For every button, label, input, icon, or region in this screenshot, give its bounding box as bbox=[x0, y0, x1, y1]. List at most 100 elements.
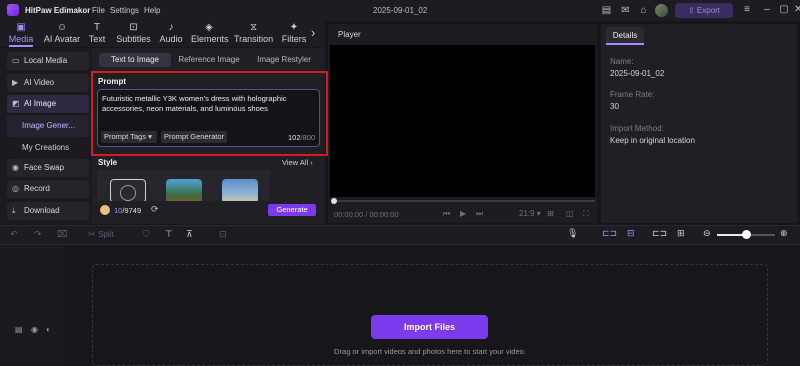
clear-format-icon[interactable]: ⊼ bbox=[186, 229, 193, 240]
style-option-none[interactable] bbox=[110, 179, 146, 203]
layout-icon[interactable]: ▤ bbox=[600, 4, 613, 17]
generate-button[interactable]: Generate bbox=[268, 204, 316, 216]
tab-reference-image[interactable]: Reference Image bbox=[174, 53, 244, 67]
download-icon: ⤓ bbox=[12, 206, 16, 215]
sidebar-item-my-creations[interactable]: My Creations bbox=[22, 143, 69, 152]
ai-avatar-icon: ☺ bbox=[56, 22, 68, 33]
import-files-button[interactable]: Import Files bbox=[371, 315, 488, 339]
playhead-handle[interactable] bbox=[331, 198, 337, 204]
ai-video-icon: ▶ bbox=[12, 78, 19, 87]
prev-frame-icon[interactable]: ⏮ bbox=[443, 209, 450, 219]
video-preview[interactable] bbox=[330, 45, 595, 197]
play-icon[interactable]: ▶ bbox=[460, 209, 466, 218]
menu-icon[interactable]: ≡ bbox=[740, 3, 754, 17]
text-box-icon[interactable]: ⊤ bbox=[165, 229, 173, 240]
sidebar-item-ai-video[interactable]: ▶ AI Video bbox=[7, 74, 89, 92]
tool-label: Elements bbox=[191, 34, 229, 44]
text-icon: T bbox=[93, 22, 101, 33]
tool-audio[interactable]: ♪ Audio bbox=[158, 22, 184, 46]
prompt-tags-dropdown[interactable]: Prompt Tags ▾ bbox=[101, 131, 157, 143]
chevron-right-icon[interactable]: › bbox=[311, 25, 315, 40]
subtitles-icon: ⊡ bbox=[129, 22, 138, 33]
track-mute-icon[interactable]: ◐ bbox=[46, 325, 51, 334]
microphone-icon[interactable]: 🎙 bbox=[567, 228, 578, 239]
folder-icon: ▭ bbox=[12, 56, 20, 65]
app-title: HitPaw Edimakor bbox=[25, 6, 91, 15]
crop-icon[interactable]: ⊡ bbox=[219, 229, 227, 240]
close-icon[interactable]: ✕ bbox=[794, 3, 800, 17]
tab-text-to-image[interactable]: Text to Image bbox=[99, 53, 171, 67]
prompt-generator-button[interactable]: Prompt Generator bbox=[161, 131, 227, 143]
tab-details[interactable]: Details bbox=[606, 27, 644, 45]
tool-transition[interactable]: ⧖ Transition bbox=[234, 22, 273, 46]
style-option-anime[interactable] bbox=[166, 179, 202, 203]
menu-settings[interactable]: Settings bbox=[110, 6, 139, 15]
shield-icon[interactable]: ⛉ bbox=[143, 229, 150, 240]
transition-icon: ⧖ bbox=[249, 22, 258, 33]
user-avatar[interactable] bbox=[655, 4, 668, 17]
track-visibility-icon[interactable]: ◉ bbox=[31, 325, 38, 334]
view-all-link[interactable]: View All › bbox=[282, 158, 313, 167]
fit-timeline-icon[interactable]: ⊞ bbox=[677, 228, 685, 239]
caret-down-icon: ▾ bbox=[148, 132, 152, 141]
tool-label: Media bbox=[8, 34, 34, 44]
undo-icon[interactable]: ↶ bbox=[10, 229, 18, 240]
sidebar-item-label: AI Image bbox=[24, 99, 57, 108]
refresh-icon[interactable]: ⟳ bbox=[151, 204, 159, 215]
snapshot-icon[interactable]: ⊞ bbox=[547, 209, 554, 218]
name-value: 2025-09-01_02 bbox=[610, 69, 665, 78]
tool-filters[interactable]: ✦ Filters bbox=[281, 22, 307, 46]
menu-help[interactable]: Help bbox=[144, 6, 160, 15]
scrub-bar[interactable] bbox=[333, 200, 595, 202]
next-frame-icon[interactable]: ⏭ bbox=[476, 209, 483, 219]
tool-ai-avatar[interactable]: ☺ AI Avatar bbox=[42, 22, 82, 46]
chevron-right-icon: › bbox=[310, 158, 313, 167]
tool-label: Filters bbox=[281, 34, 307, 44]
minimize-icon[interactable]: – bbox=[760, 3, 774, 17]
volume-icon[interactable]: ◫ bbox=[566, 209, 574, 218]
player-title: Player bbox=[338, 30, 361, 39]
sidebar-item-download[interactable]: ⤓ Download bbox=[7, 202, 89, 220]
split-button[interactable]: ✂ Split bbox=[88, 229, 114, 240]
record-icon: ◎ bbox=[12, 184, 19, 193]
char-count-value: 102 bbox=[288, 133, 301, 142]
sidebar-item-image-generator[interactable]: Image Gener... bbox=[22, 121, 75, 130]
sidebar-item-local-media[interactable]: ▭ Local Media bbox=[7, 52, 89, 70]
prompt-text[interactable]: Futuristic metallic Y3K women’s dress wi… bbox=[102, 94, 316, 114]
magnet-snap-icon[interactable]: ⊏⊐ bbox=[602, 228, 617, 239]
sidebar-item-ai-image[interactable]: ◩ AI Image bbox=[7, 95, 89, 113]
frame-rate-label: Frame Rate: bbox=[610, 90, 655, 99]
redo-icon[interactable]: ↷ bbox=[34, 229, 42, 240]
track-lock-icon[interactable]: ▤ bbox=[15, 325, 23, 334]
maximize-icon[interactable]: ▢ bbox=[777, 3, 791, 17]
aspect-ratio[interactable]: 21:9 ▾ bbox=[519, 209, 541, 218]
tool-elements[interactable]: ◈ Elements bbox=[191, 22, 229, 46]
zoom-in-icon[interactable]: ⊕ bbox=[780, 228, 788, 239]
menu-file[interactable]: File bbox=[92, 6, 105, 15]
char-count: 102/800 bbox=[288, 133, 315, 142]
tool-subtitles[interactable]: ⊡ Subtitles bbox=[115, 22, 152, 46]
document-title: 2025-09-01_02 bbox=[373, 6, 428, 15]
detach-icon[interactable]: ⊏⊐ bbox=[652, 228, 667, 239]
export-button[interactable]: ⇪ Export bbox=[675, 3, 733, 18]
link-clips-icon[interactable]: ⊟ bbox=[627, 228, 635, 239]
filters-icon: ✦ bbox=[289, 22, 299, 33]
sidebar-item-face-swap[interactable]: ◉ Face Swap bbox=[7, 159, 89, 177]
gift-icon[interactable]: ⌂ bbox=[637, 4, 650, 17]
view-all-label: View All bbox=[282, 158, 309, 167]
tab-image-restyler[interactable]: Image Restyler bbox=[249, 53, 319, 67]
app-logo-icon bbox=[7, 4, 19, 16]
drop-hint: Drag or import videos and photos here to… bbox=[334, 347, 526, 356]
sidebar-item-record[interactable]: ◎ Record bbox=[7, 180, 89, 198]
style-option-landscape[interactable] bbox=[222, 179, 258, 203]
delete-icon[interactable]: ⌧ bbox=[57, 229, 67, 240]
sidebar-item-label: Face Swap bbox=[24, 163, 65, 172]
zoom-slider-handle[interactable] bbox=[742, 230, 751, 239]
style-title: Style bbox=[98, 158, 118, 167]
mail-icon[interactable]: ✉ bbox=[619, 4, 632, 17]
tool-media[interactable]: ▣ Media bbox=[7, 22, 35, 46]
no-style-icon bbox=[120, 185, 136, 201]
tool-text[interactable]: T Text bbox=[86, 22, 108, 46]
zoom-out-icon[interactable]: ⊖ bbox=[703, 228, 711, 239]
fullscreen-icon[interactable]: ⛶ bbox=[583, 209, 589, 219]
